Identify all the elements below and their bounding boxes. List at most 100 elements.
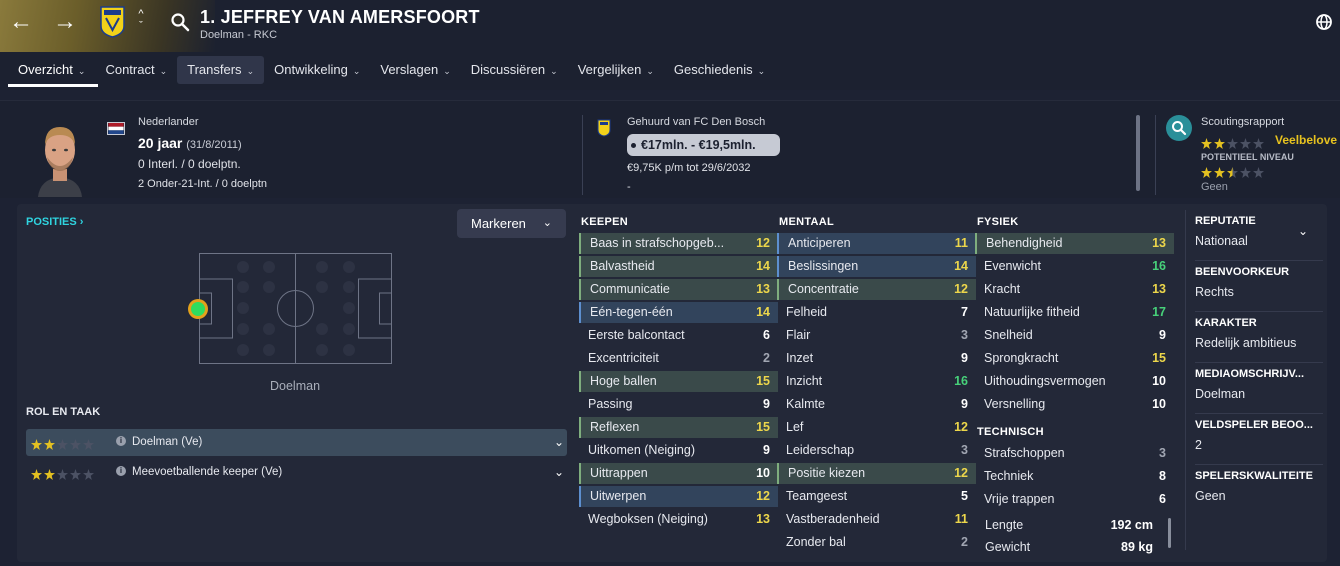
role-row[interactable]: i Meevoetballende keeper (Ve) ⌄ <box>26 459 567 486</box>
attribute-row[interactable]: Natuurlijke fitheid 17 <box>975 302 1174 323</box>
club-crest-icon[interactable] <box>100 6 125 38</box>
attribute-row[interactable]: Leiderschap 3 <box>777 440 976 461</box>
scrollbar[interactable] <box>1136 115 1140 191</box>
attribute-row[interactable]: Teamgeest 5 <box>777 486 976 507</box>
position-pitch[interactable] <box>199 253 392 364</box>
attribute-row[interactable]: Passing 9 <box>579 394 778 415</box>
attribute-name: Positie kiezen <box>788 466 866 480</box>
divider <box>1195 260 1323 261</box>
attribute-row[interactable]: Baas in strafschopgeb... 12 <box>579 233 778 254</box>
positions-link[interactable]: POSITIES › <box>26 216 83 228</box>
divider <box>1195 413 1323 414</box>
tab-bar: Overzicht ⌄ Contract ⌄ Transfers ⌄ Ontwikke… <box>8 56 775 84</box>
attribute-value: 9 <box>763 443 770 457</box>
attribute-row[interactable]: Snelheid 9 <box>975 325 1174 346</box>
forward-arrow-icon[interactable]: → <box>52 8 78 36</box>
attribute-row[interactable]: Reflexen 15 <box>579 417 778 438</box>
attribute-name: Natuurlijke fitheid <box>984 305 1080 319</box>
attribute-name: Evenwicht <box>984 259 1041 273</box>
chevron-down-icon[interactable]: ⌄ <box>554 465 564 479</box>
tab-transfers[interactable]: Transfers ⌄ <box>177 56 265 84</box>
attribute-row[interactable]: Zonder bal 2 <box>777 532 976 553</box>
loan-info[interactable]: Gehuurd van FC Den Bosch <box>627 116 765 128</box>
attribute-row[interactable]: Excentriciteit 2 <box>579 348 778 369</box>
attribute-name: Uithoudingsvermogen <box>984 374 1106 388</box>
attribute-row[interactable]: Inzicht 16 <box>777 371 976 392</box>
scouting-report-button[interactable] <box>1166 115 1192 141</box>
tab-vergelijken[interactable]: Vergelijken ⌄ <box>568 56 664 84</box>
loan-club-crest-icon[interactable] <box>597 119 611 137</box>
attribute-value: 6 <box>1159 492 1166 506</box>
info-icon[interactable]: i <box>116 436 126 446</box>
scrollbar[interactable] <box>1168 518 1171 548</box>
attribute-value: 9 <box>763 397 770 411</box>
potential-label: POTENTIEEL NIVEAU <box>1201 152 1294 162</box>
attribute-name: Leiderschap <box>786 443 855 457</box>
attribute-row[interactable]: Uitkomen (Neiging) 9 <box>579 440 778 461</box>
role-row[interactable]: i Doelman (Ve) ⌄ <box>26 429 567 456</box>
globe-icon[interactable] <box>1314 12 1334 32</box>
attribute-row[interactable]: Concentratie 12 <box>777 279 976 300</box>
attribute-name: Reflexen <box>590 420 640 434</box>
attribute-row[interactable]: Techniek 8 <box>975 466 1174 487</box>
attribute-row[interactable]: Vrije trappen 6 <box>975 489 1174 510</box>
attribute-value: 10 <box>756 466 770 480</box>
detail-value: 2 <box>1195 438 1202 452</box>
info-icon[interactable]: i <box>116 466 126 476</box>
detail-value: Doelman <box>1195 387 1246 401</box>
attribute-value: 15 <box>756 420 770 434</box>
tab-overzicht[interactable]: Overzicht ⌄ <box>8 56 95 84</box>
attribute-row[interactable]: Versnelling 10 <box>975 394 1174 415</box>
attribute-row[interactable]: Hoge ballen 15 <box>579 371 778 392</box>
attribute-value: 8 <box>1159 469 1166 483</box>
goalkeeper-position-marker[interactable] <box>186 297 210 321</box>
attribute-row[interactable]: Lef 12 <box>777 417 976 438</box>
attribute-name: Uitkomen (Neiging) <box>588 443 695 457</box>
attribute-row[interactable]: Anticiperen 11 <box>777 233 976 254</box>
chevron-down-icon[interactable]: ⌄ <box>554 435 564 449</box>
attribute-value: 14 <box>756 259 770 273</box>
attribute-row[interactable]: Uitwerpen 12 <box>579 486 778 507</box>
attribute-row[interactable]: Positie kiezen 12 <box>777 463 976 484</box>
attribute-name: Versnelling <box>984 397 1046 411</box>
tab-ontwikkeling[interactable]: Ontwikkeling ⌄ <box>264 56 370 84</box>
attribute-name: Eén-tegen-één <box>590 305 673 319</box>
back-arrow-icon[interactable]: ← <box>8 8 34 36</box>
tab-contract[interactable]: Contract ⌄ <box>95 56 177 84</box>
attribute-name: Concentratie <box>788 282 859 296</box>
attribute-row[interactable]: Strafschoppen 3 <box>975 443 1174 464</box>
tab-geschiedenis[interactable]: Geschiedenis ⌄ <box>664 56 775 84</box>
player-avatar[interactable] <box>30 117 90 197</box>
player-switcher-icon[interactable]: ^ ˇ <box>135 8 147 32</box>
attribute-row[interactable]: Uithoudingsvermogen 10 <box>975 371 1174 392</box>
chevron-down-icon: ⌄ <box>550 66 558 76</box>
attribute-row[interactable]: Behendigheid 13 <box>975 233 1174 254</box>
attribute-row[interactable]: Eén-tegen-één 14 <box>579 302 778 323</box>
tab-label: Ontwikkeling <box>274 62 348 77</box>
attribute-row[interactable]: Beslissingen 14 <box>777 256 976 277</box>
tab-discussieren[interactable]: Discussiëren ⌄ <box>461 56 568 84</box>
attribute-row[interactable]: Felheid 7 <box>777 302 976 323</box>
chevron-down-icon: ⌄ <box>159 66 168 76</box>
attribute-row[interactable]: Inzet 9 <box>777 348 976 369</box>
attribute-row[interactable]: Vastberadenheid 11 <box>777 509 976 530</box>
attribute-row[interactable]: Balvastheid 14 <box>579 256 778 277</box>
tab-verslagen[interactable]: Verslagen ⌄ <box>370 56 460 84</box>
attribute-row[interactable]: Sprongkracht 15 <box>975 348 1174 369</box>
attribute-name: Inzet <box>786 351 814 365</box>
attribute-row[interactable]: Eerste balcontact 6 <box>579 325 778 346</box>
transfer-value-badge[interactable]: €17mln. - €19,5mln. <box>627 134 780 156</box>
attribute-row[interactable]: Wegboksen (Neiging) 13 <box>579 509 778 530</box>
attribute-row[interactable]: Kalmte 9 <box>777 394 976 415</box>
weight-label: Gewicht <box>985 540 1031 554</box>
role-label: Meevoetballende keeper (Ve) <box>132 466 283 478</box>
attribute-row[interactable]: Communicatie 13 <box>579 279 778 300</box>
attribute-row[interactable]: Evenwicht 16 <box>975 256 1174 277</box>
markeren-dropdown[interactable]: Markeren ⌄ <box>457 209 566 238</box>
attribute-row[interactable]: Kracht 13 <box>975 279 1174 300</box>
attribute-name: Teamgeest <box>786 489 848 503</box>
attribute-row[interactable]: Flair 3 <box>777 325 976 346</box>
attribute-row[interactable]: Uittrappen 10 <box>579 463 778 484</box>
search-icon[interactable] <box>170 12 190 32</box>
chevron-down-icon[interactable]: ⌄ <box>1298 224 1308 238</box>
